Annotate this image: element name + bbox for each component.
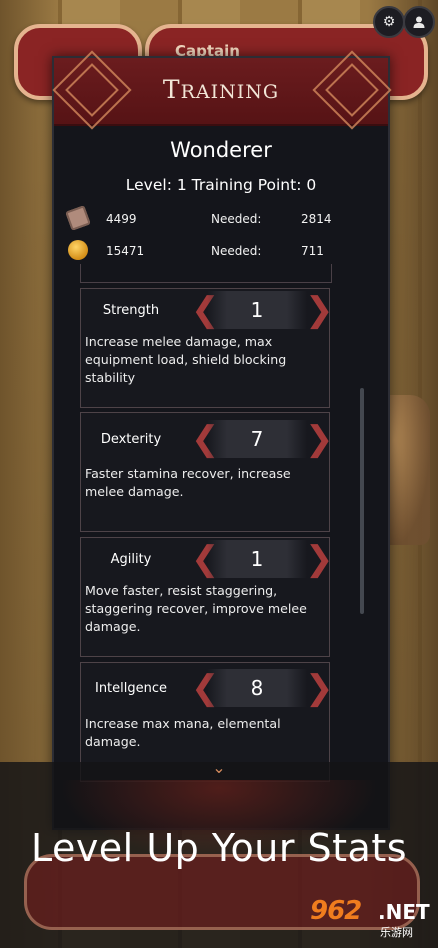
stat-value: 8 <box>207 669 307 707</box>
stat-value: 1 <box>207 291 307 329</box>
stat-description: Faster stamina recover, increase melee d… <box>85 466 291 499</box>
needed-value: 711 <box>301 244 324 258</box>
settings-button[interactable]: ⚙ <box>373 6 405 38</box>
increase-arrow-button[interactable]: ❯ <box>305 540 334 578</box>
panel-header: TRAINING <box>52 50 392 130</box>
stat-name: Strength <box>102 303 160 318</box>
resource-amount: 15471 <box>106 244 145 258</box>
increase-arrow-button[interactable]: ❯ <box>305 669 334 707</box>
increase-arrow-button[interactable]: ❯ <box>305 291 334 329</box>
stat-name: Dexterity <box>100 432 162 447</box>
gear-icon: ⚙ <box>382 14 396 30</box>
needed-value: 2814 <box>301 212 332 226</box>
stat-value: 1 <box>207 540 307 578</box>
chevron-down-icon: ⌄ <box>212 758 226 777</box>
profile-button[interactable] <box>403 6 435 38</box>
watermark-cn: 乐游网 <box>380 926 413 939</box>
person-icon <box>413 16 425 28</box>
coin-icon <box>68 240 88 260</box>
resource-row-xp: 4499 Needed: 2814 <box>65 205 366 232</box>
level-training-points: Level: 1 Training Point: 0 <box>125 176 317 194</box>
stats-list: Strength ❮ 1 ❯ Increase melee damage, ma… <box>78 288 358 828</box>
character-name: Wonderer <box>170 138 272 162</box>
stat-value: 7 <box>207 420 307 458</box>
scrollbar[interactable] <box>360 388 364 614</box>
resource-row-gold: 15471 Needed: 711 <box>66 240 366 264</box>
promo-banner-text: Level Up Your Stats <box>30 826 408 870</box>
stat-description: Move faster, resist staggering, staggeri… <box>85 583 307 634</box>
site-watermark: 962 .NET 乐游网 <box>310 896 432 940</box>
section-divider <box>80 264 332 283</box>
stat-name: Intellgence <box>94 681 168 696</box>
stat-card-agility: Agility ❮ 1 ❯ Move faster, resist stagge… <box>80 537 334 657</box>
increase-arrow-button[interactable]: ❯ <box>305 420 334 458</box>
watermark-net: .NET <box>378 900 430 924</box>
stat-name: Agility <box>110 552 152 567</box>
needed-label: Needed: <box>211 212 262 226</box>
window-title: TRAINING <box>162 75 280 104</box>
watermark-number: 962 <box>310 896 362 926</box>
stat-card-strength: Strength ❮ 1 ❯ Increase melee damage, ma… <box>80 288 334 408</box>
resource-amount: 4499 <box>106 212 137 226</box>
stat-description: Increase max mana, elemental damage. <box>85 716 281 749</box>
training-panel: TRAINING Wonderer Level: 1 Training Poin… <box>52 50 392 830</box>
needed-label: Needed: <box>211 244 262 258</box>
stat-card-dexterity: Dexterity ❮ 7 ❯ Faster stamina recover, … <box>80 412 334 532</box>
book-icon <box>65 205 91 231</box>
stat-description: Increase melee damage, max equipment loa… <box>85 334 287 385</box>
